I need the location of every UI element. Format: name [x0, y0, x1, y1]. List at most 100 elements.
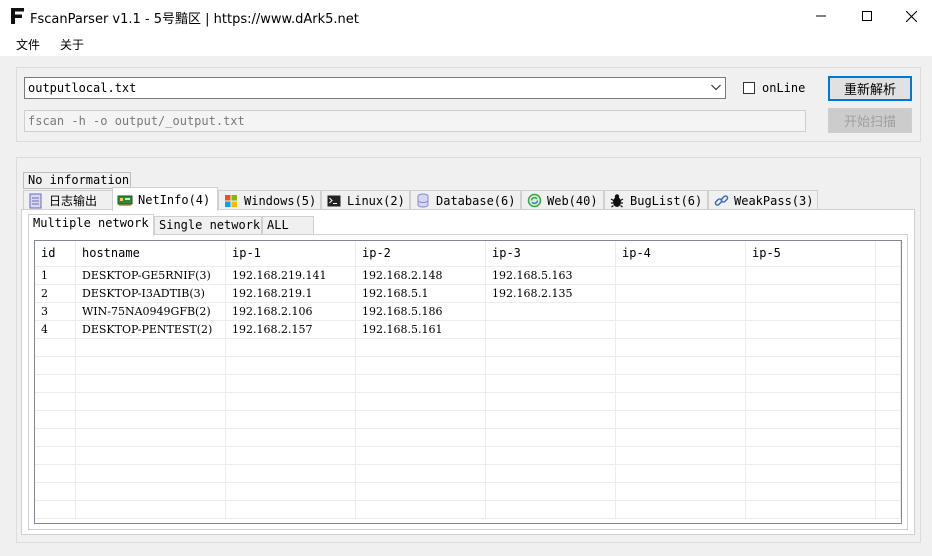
empty-cell — [35, 375, 76, 393]
empty-cell — [486, 393, 616, 411]
table-cell[interactable] — [616, 303, 746, 321]
empty-cell — [226, 447, 356, 465]
column-header[interactable]: ip-2 — [356, 241, 486, 267]
online-label[interactable]: onLine — [762, 81, 805, 95]
network-card-icon — [117, 192, 133, 208]
table-cell[interactable]: 192.168.2.135 — [486, 285, 616, 303]
table-cell[interactable] — [876, 267, 901, 285]
table-cell[interactable]: 2 — [35, 285, 76, 303]
column-header[interactable]: ip-5 — [746, 241, 876, 267]
table-cell[interactable] — [746, 285, 876, 303]
app-logo-icon — [11, 8, 24, 24]
tab-log-output[interactable]: 日志输出 — [23, 190, 113, 210]
tab-web[interactable]: Web(40) — [521, 190, 604, 210]
table-cell[interactable] — [746, 321, 876, 339]
empty-cell — [746, 393, 876, 411]
empty-cell — [35, 447, 76, 465]
table-cell[interactable] — [746, 267, 876, 285]
empty-cell — [226, 411, 356, 429]
column-header[interactable]: ip-3 — [486, 241, 616, 267]
close-button[interactable] — [888, 0, 932, 32]
table-cell[interactable]: 3 — [35, 303, 76, 321]
empty-cell — [486, 465, 616, 483]
link-icon — [713, 193, 729, 209]
minimize-icon — [816, 15, 826, 17]
log-file-icon — [28, 193, 44, 209]
table-cell[interactable] — [486, 321, 616, 339]
empty-cell — [76, 375, 226, 393]
table-cell[interactable] — [616, 267, 746, 285]
empty-cell — [876, 429, 901, 447]
table-cell[interactable]: 192.168.5.163 — [486, 267, 616, 285]
column-header-filler — [876, 241, 901, 267]
tab-label: Windows(5) — [244, 193, 317, 208]
tab-linux[interactable]: Linux(2) — [321, 190, 410, 210]
table-cell[interactable]: DESKTOP-PENTEST(2) — [76, 321, 226, 339]
maximize-icon — [862, 11, 872, 21]
empty-cell — [35, 501, 76, 519]
table-cell[interactable]: 192.168.2.148 — [356, 267, 486, 285]
table-cell[interactable]: WIN-75NA0949GFB(2) — [76, 303, 226, 321]
menu-file[interactable]: 文件 — [16, 36, 40, 53]
start-scan-button[interactable]: 开始扫描 — [828, 108, 912, 133]
database-icon — [415, 193, 431, 209]
column-header[interactable]: id — [35, 241, 76, 267]
table-cell[interactable]: 192.168.219.1 — [226, 285, 356, 303]
empty-cell — [356, 465, 486, 483]
table-cell[interactable]: 192.168.219.141 — [226, 267, 356, 285]
empty-cell — [746, 465, 876, 483]
reparse-button[interactable]: 重新解析 — [828, 76, 912, 101]
tab-windows[interactable]: Windows(5) — [218, 190, 321, 210]
tab-database[interactable]: Database(6) — [410, 190, 521, 210]
menu-about[interactable]: 关于 — [60, 36, 84, 53]
table-cell[interactable]: 1 — [35, 267, 76, 285]
table-cell[interactable] — [486, 303, 616, 321]
column-header[interactable]: hostname — [76, 241, 226, 267]
empty-cell — [356, 429, 486, 447]
table-cell[interactable]: 192.168.5.161 — [356, 321, 486, 339]
empty-cell — [76, 447, 226, 465]
empty-cell — [486, 357, 616, 375]
subtab-multiple-network[interactable]: Multiple network — [28, 214, 154, 236]
netinfo-table[interactable]: id 1 2 3 4 hostname DESKTOP-GE5RNIF(3) DESKTOP-… — [34, 240, 902, 524]
table-cell[interactable]: 192.168.5.1 — [356, 285, 486, 303]
command-input[interactable]: fscan -h -o output/_output.txt — [24, 110, 806, 132]
table-cell[interactable]: DESKTOP-GE5RNIF(3) — [76, 267, 226, 285]
minimize-button[interactable] — [798, 0, 844, 32]
table-cell[interactable]: 192.168.2.157 — [226, 321, 356, 339]
tab-netinfo[interactable]: NetInfo(4) — [112, 187, 218, 211]
table-cell[interactable] — [876, 285, 901, 303]
file-combobox[interactable]: outputlocal.txt — [24, 77, 726, 99]
column-header[interactable]: ip-1 — [226, 241, 356, 267]
subtab-single-network[interactable]: Single network — [154, 216, 262, 235]
empty-cell — [486, 483, 616, 501]
table-cell[interactable] — [876, 303, 901, 321]
empty-cell — [616, 375, 746, 393]
table-cell[interactable] — [746, 303, 876, 321]
empty-cell — [35, 411, 76, 429]
tab-label: NetInfo(4) — [138, 192, 211, 207]
tab-buglist[interactable]: BugList(6) — [604, 190, 708, 210]
menu-bar: 文件 关于 — [0, 32, 932, 56]
table-cell[interactable]: 4 — [35, 321, 76, 339]
table-cell[interactable]: DESKTOP-I3ADTIB(3) — [76, 285, 226, 303]
empty-cell — [226, 483, 356, 501]
table-cell[interactable] — [616, 285, 746, 303]
empty-cell — [35, 429, 76, 447]
table-cell[interactable] — [876, 321, 901, 339]
maximize-button[interactable] — [844, 0, 890, 32]
tab-weakpass[interactable]: WeakPass(3) — [708, 190, 818, 210]
tab-label: 日志输出 — [49, 194, 98, 208]
empty-cell — [76, 501, 226, 519]
table-cell[interactable] — [616, 321, 746, 339]
online-checkbox[interactable] — [743, 82, 755, 94]
empty-cell — [356, 483, 486, 501]
close-icon — [905, 10, 917, 22]
empty-cell — [746, 483, 876, 501]
command-input-value: fscan -h -o output/_output.txt — [28, 114, 245, 128]
table-cell[interactable]: 192.168.2.106 — [226, 303, 356, 321]
column-header[interactable]: ip-4 — [616, 241, 746, 267]
table-cell[interactable]: 192.168.5.186 — [356, 303, 486, 321]
subtab-all[interactable]: ALL — [262, 216, 314, 235]
web-refresh-icon — [526, 193, 542, 209]
